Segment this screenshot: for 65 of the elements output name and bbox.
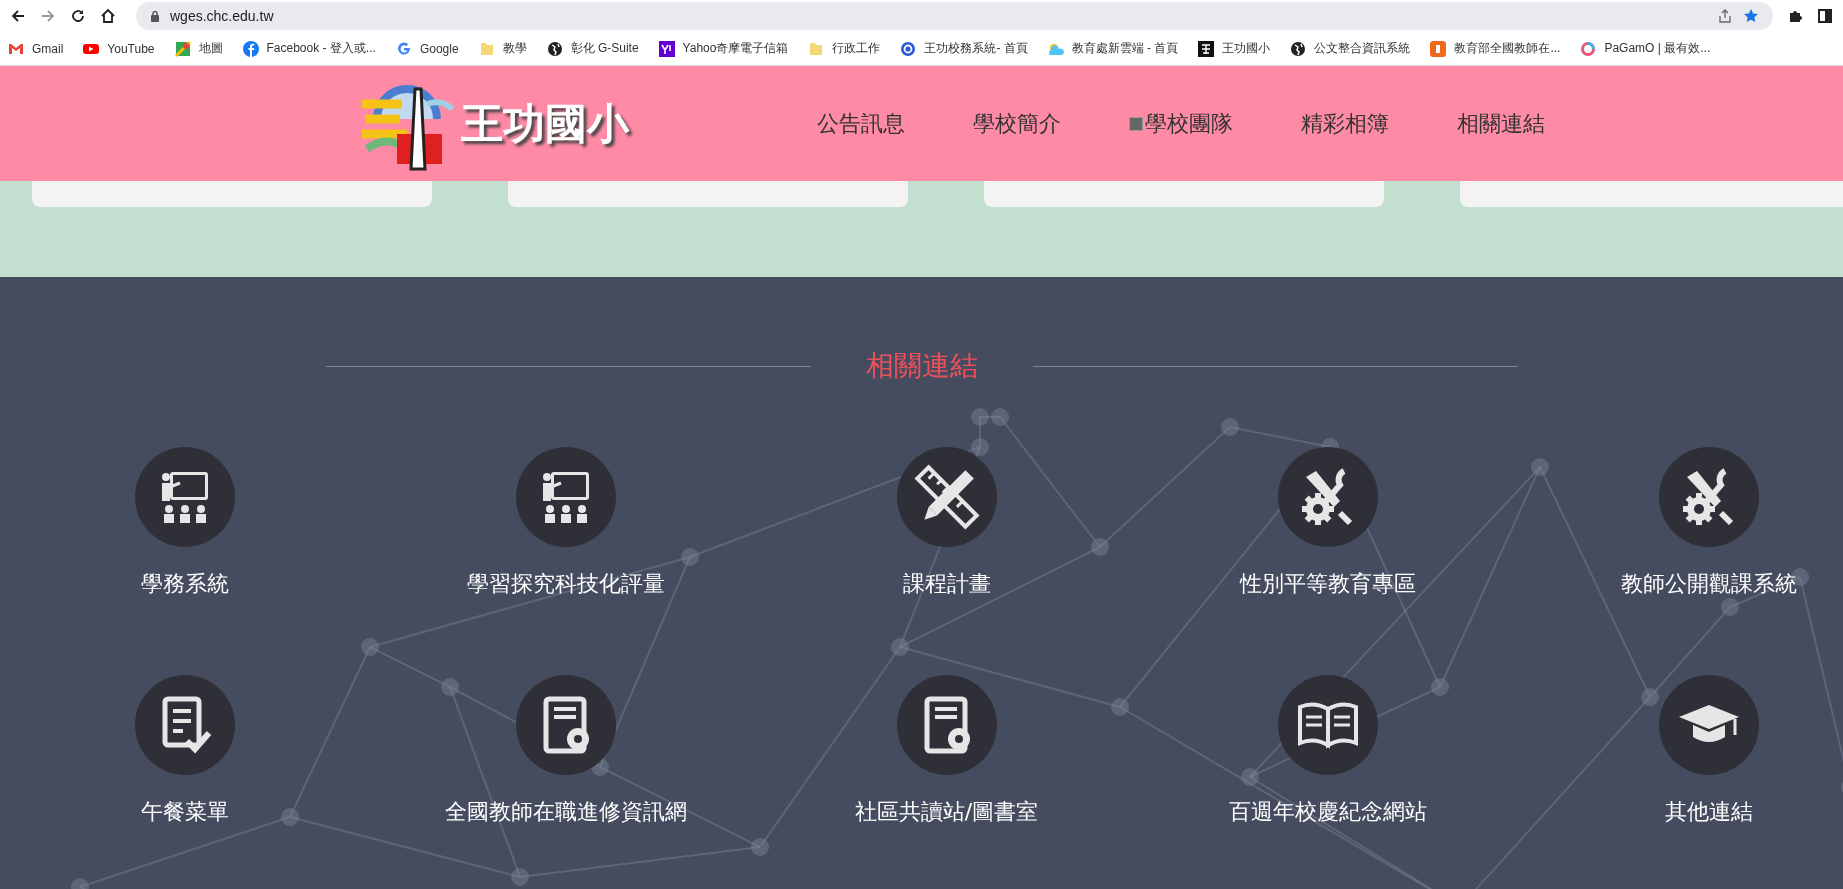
link-label[interactable]: 社區共讀站/圖書室 bbox=[854, 797, 1039, 827]
book-gear-icon[interactable] bbox=[896, 675, 997, 775]
lock-icon bbox=[150, 10, 160, 22]
open-book-icon[interactable] bbox=[1277, 675, 1378, 775]
link-label[interactable]: 百週年校慶紀念網站 bbox=[1228, 797, 1427, 827]
square-icon bbox=[1129, 116, 1143, 131]
bookmark-link[interactable]: 彰化 G-Suite bbox=[546, 40, 639, 57]
nav-link[interactable]: 精彩相簿 bbox=[1301, 108, 1389, 139]
nav-link[interactable]: 相關連結 bbox=[1457, 108, 1545, 139]
link-label[interactable]: 其他連結 bbox=[1664, 797, 1753, 827]
link-label[interactable]: 學習探究科技化評量 bbox=[466, 569, 665, 599]
circle-icon bbox=[900, 40, 917, 57]
bookmark-link[interactable]: 地圖 bbox=[174, 40, 223, 57]
section-title: 相關連結 bbox=[865, 348, 978, 384]
bookmark-link[interactable]: 行政工作 bbox=[808, 40, 881, 57]
link-label[interactable]: 午餐菜單 bbox=[140, 797, 229, 827]
bookmark-link[interactable]: 王功校務系統- 首頁 bbox=[900, 40, 1028, 57]
bookmark-link[interactable]: 教學 bbox=[478, 40, 527, 57]
link-label[interactable]: 全國教師在職進修資訊網 bbox=[444, 797, 687, 827]
wrench-gear-icon[interactable] bbox=[1277, 447, 1378, 547]
app-tile-icon bbox=[1430, 40, 1447, 57]
url-text: wges.chc.edu.tw bbox=[170, 8, 274, 24]
bookmark-link[interactable]: Google bbox=[395, 40, 459, 57]
side-panel-icon[interactable] bbox=[1817, 8, 1833, 24]
forward-arrow-icon[interactable] bbox=[40, 8, 56, 24]
bookmark-link[interactable]: 教育處新雲端 - 首頁 bbox=[1047, 40, 1179, 57]
globe-icon bbox=[1290, 40, 1307, 57]
share-icon[interactable] bbox=[1717, 8, 1733, 24]
g-icon bbox=[395, 40, 412, 57]
bookmark-link[interactable]: 公文整合資訊系統 bbox=[1290, 40, 1411, 57]
reload-icon[interactable] bbox=[70, 8, 86, 24]
star-icon[interactable] bbox=[1743, 8, 1759, 24]
bookmark-link[interactable]: PaGamO | 最有效... bbox=[1580, 40, 1711, 57]
nav-link[interactable]: 學校團隊 bbox=[1129, 108, 1233, 139]
link-label[interactable]: 學務系統 bbox=[140, 569, 229, 599]
f-icon bbox=[242, 40, 259, 57]
bookmark-link[interactable]: 王功國小 bbox=[1198, 40, 1271, 57]
globe-icon bbox=[546, 40, 563, 57]
map-icon bbox=[174, 40, 191, 57]
graduation-cap-icon[interactable] bbox=[1658, 675, 1759, 775]
checklist-icon[interactable] bbox=[134, 675, 235, 775]
bookmark-link[interactable]: Yahoo奇摩電子信箱 bbox=[658, 40, 789, 57]
bookmark-link[interactable]: 教育部全國教師在... bbox=[1430, 40, 1561, 57]
y-icon bbox=[658, 40, 675, 57]
presenter-board-icon[interactable] bbox=[515, 447, 616, 547]
wrench-gear-icon[interactable] bbox=[1658, 447, 1759, 547]
bookmark-link[interactable]: Facebook - 登入或... bbox=[242, 40, 376, 57]
address-bar[interactable]: wges.chc.edu.tw bbox=[136, 2, 1773, 30]
ring-icon bbox=[1580, 40, 1597, 57]
book-gear-icon[interactable] bbox=[515, 675, 616, 775]
pencil-ruler-icon[interactable] bbox=[896, 447, 997, 547]
bookmark-link[interactable]: YouTube bbox=[83, 40, 155, 57]
square-icon bbox=[1198, 40, 1215, 57]
link-label[interactable]: 課程計畫 bbox=[902, 569, 991, 599]
folder-icon bbox=[478, 40, 495, 57]
bookmark-link[interactable]: Gmail bbox=[8, 40, 64, 57]
back-arrow-icon[interactable] bbox=[10, 8, 26, 24]
folder-icon bbox=[808, 40, 825, 57]
puzzle-icon[interactable] bbox=[1787, 8, 1803, 24]
nav-link[interactable]: 公告訊息 bbox=[817, 108, 905, 139]
link-label[interactable]: 性別平等教育專區 bbox=[1239, 569, 1416, 599]
home-icon[interactable] bbox=[100, 8, 116, 24]
presenter-board-icon[interactable] bbox=[134, 447, 235, 547]
nav-link[interactable]: 學校簡介 bbox=[973, 108, 1061, 139]
link-label[interactable]: 教師公開觀課系統 bbox=[1620, 569, 1797, 599]
